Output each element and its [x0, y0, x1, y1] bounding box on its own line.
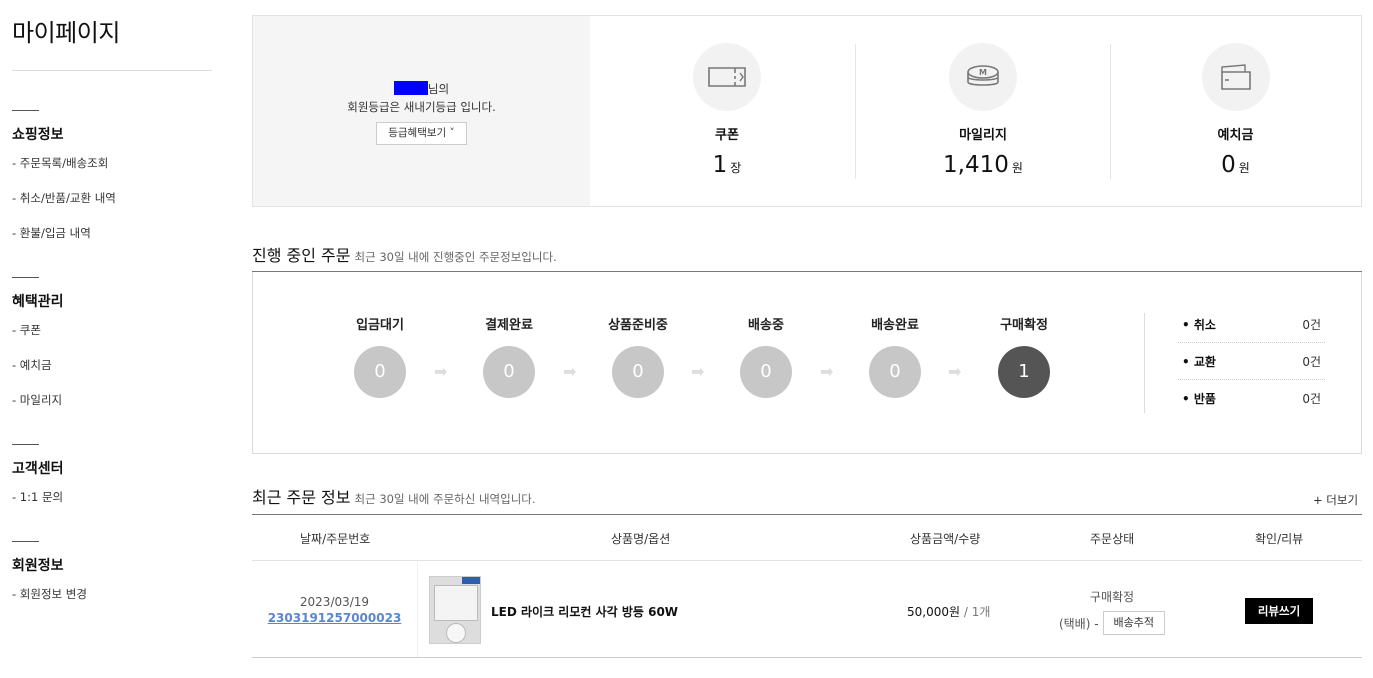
track-delivery-button[interactable]: 배송추적: [1102, 611, 1166, 635]
column-header: 상품금액/수량: [910, 532, 981, 546]
step-paid[interactable]: 결제완료 0: [454, 314, 564, 398]
group-heading: 고객센터: [12, 461, 64, 477]
carrier-text: (택배) -: [1058, 616, 1099, 631]
arrow-right-icon: ➡: [948, 362, 962, 381]
member-summary: 님의 회원등급은 새내기등급 입니다. 등급혜택보기 ˅ 쿠폰 1장 M 마일리…: [252, 15, 1362, 207]
write-review-button[interactable]: 리뷰쓰기: [1245, 598, 1313, 624]
product-thumbnail[interactable]: [429, 576, 481, 644]
group-support: 고객센터 - 1:1 문의: [12, 444, 212, 524]
group-benefits: 혜택관리 - 쿠폰 - 예치금 - 마일리지: [12, 277, 212, 427]
table-header: 날짜/주문번호 상품명/옵션 상품금액/수량 주문상태 확인/리뷰: [252, 515, 1362, 561]
svg-text:M: M: [979, 68, 987, 77]
arrow-right-icon: ➡: [691, 362, 705, 381]
page-title: 마이페이지: [12, 19, 120, 47]
stat-value: 0: [1221, 152, 1236, 178]
name-suffix: 님의: [427, 82, 450, 96]
column-header: 확인/리뷰: [1255, 532, 1304, 546]
table-row: 2023/03/19 2303191257000023 LED 라이크 리모컨 …: [252, 562, 1362, 658]
order-date-cell: 2023/03/19 2303191257000023: [252, 562, 418, 657]
sidebar-item-cancel-history[interactable]: - 취소/반품/교환 내역: [12, 190, 212, 225]
stat-mileage[interactable]: M 마일리지 1,410 원: [855, 16, 1111, 206]
divider: [1144, 313, 1145, 413]
column-header: 주문상태: [1090, 532, 1135, 546]
sidebar-item-refund-history[interactable]: - 환불/입금 내역: [12, 225, 212, 260]
step-count: 0: [354, 346, 406, 398]
divider: [12, 444, 39, 445]
more-link[interactable]: + 더보기: [1313, 492, 1358, 508]
order-number-link[interactable]: 2303191257000023: [252, 611, 417, 625]
arrow-right-icon: ➡: [563, 362, 577, 381]
step-count: 0: [483, 346, 535, 398]
arrow-right-icon: ➡: [820, 362, 834, 381]
group-member: 회원정보 - 회원정보 변경: [12, 541, 212, 621]
sidebar-item-deposit[interactable]: - 예치금: [12, 357, 212, 392]
claim-summary: • 취소 0건 • 교환 0건 • 반품 0건: [1178, 306, 1325, 417]
step-count: 0: [612, 346, 664, 398]
arrow-right-icon: ➡: [434, 362, 448, 381]
status-text: 구매확정: [1089, 590, 1135, 604]
column-header: 날짜/주문번호: [300, 532, 371, 546]
redacted-name: [393, 81, 428, 95]
step-shipping[interactable]: 배송중 0: [711, 314, 821, 398]
stat-label: 쿠폰: [715, 128, 739, 143]
group-shopping: 쇼핑정보 - 주문목록/배송조회 - 취소/반품/교환 내역 - 환불/입금 내…: [12, 110, 212, 260]
group-heading: 회원정보: [12, 558, 64, 574]
order-date: 2023/03/19: [299, 595, 370, 609]
stat-deposit[interactable]: 예치금 0원: [1110, 16, 1361, 206]
product-name[interactable]: LED 라이크 리모컨 사각 방등 60W: [491, 603, 678, 620]
product-price: 50,000원 / 1개: [907, 605, 991, 619]
coupon-icon: [693, 43, 761, 111]
stat-value: 1: [712, 152, 728, 178]
orders-section-title: 최근 주문 정보 최근 30일 내에 주문하신 내역입니다.: [252, 488, 536, 507]
step-awaiting-payment[interactable]: 입금대기 0: [325, 314, 435, 398]
step-preparing[interactable]: 상품준비중 0: [583, 314, 693, 398]
sidebar-item-mileage[interactable]: - 마일리지: [12, 392, 212, 427]
step-count: 0: [869, 346, 921, 398]
chevron-down-icon: ˅: [449, 127, 455, 139]
stat-unit: 원: [1011, 161, 1023, 175]
order-status: 구매확정 (택배) - 배송추적: [1052, 588, 1172, 635]
section-subtitle: 최근 30일 내에 진행중인 주문정보입니다.: [354, 250, 557, 264]
sidebar-item-inquiry[interactable]: - 1:1 문의: [12, 489, 212, 524]
progress-section-title: 진행 중인 주문 최근 30일 내에 진행중인 주문정보입니다.: [252, 246, 557, 265]
stat-unit: 장: [730, 161, 742, 175]
claim-exchange[interactable]: • 교환 0건: [1178, 343, 1325, 380]
sidebar-item-order-list[interactable]: - 주문목록/배송조회: [12, 155, 212, 190]
group-heading: 혜택관리: [12, 294, 64, 310]
divider: [12, 277, 39, 278]
step-count: 1: [998, 346, 1050, 398]
claim-cancel[interactable]: • 취소 0건: [1178, 306, 1325, 343]
step-delivered[interactable]: 배송완료 0: [840, 314, 950, 398]
section-subtitle: 최근 30일 내에 주문하신 내역입니다.: [354, 492, 536, 506]
mileage-icon: M: [949, 43, 1017, 111]
order-progress: 입금대기 0 ➡ 결제완료 0 ➡ 상품준비중 0 ➡ 배송중 0 ➡ 배송완료…: [252, 272, 1362, 454]
grade-benefit-button[interactable]: 등급혜택보기 ˅: [376, 122, 467, 145]
stat-coupon[interactable]: 쿠폰 1장: [590, 16, 864, 206]
claim-return[interactable]: • 반품 0건: [1178, 380, 1325, 417]
grade-panel: 님의 회원등급은 새내기등급 입니다. 등급혜택보기 ˅: [253, 16, 590, 206]
wallet-icon: [1201, 43, 1270, 111]
divider: [12, 70, 212, 71]
group-heading: 쇼핑정보: [12, 127, 64, 143]
divider: [12, 541, 39, 542]
sidebar-item-coupon[interactable]: - 쿠폰: [12, 322, 212, 357]
column-header: 상품명/옵션: [611, 532, 671, 546]
step-confirmed[interactable]: 구매확정 1: [969, 314, 1079, 398]
stat-label: 예치금: [1217, 128, 1254, 143]
sidebar-item-edit-profile[interactable]: - 회원정보 변경: [12, 586, 212, 621]
stat-unit: 원: [1238, 161, 1250, 175]
product-qty: / 1개: [963, 605, 991, 619]
grade-text: 회원등급은 새내기등급 입니다.: [347, 100, 496, 114]
divider: [12, 110, 39, 111]
sidebar: 마이페이지 쇼핑정보 - 주문목록/배송조회 - 취소/반품/교환 내역 - 환…: [12, 0, 212, 621]
stat-label: 마일리지: [959, 128, 1007, 143]
step-count: 0: [740, 346, 792, 398]
stat-value: 1,410: [943, 152, 1009, 178]
